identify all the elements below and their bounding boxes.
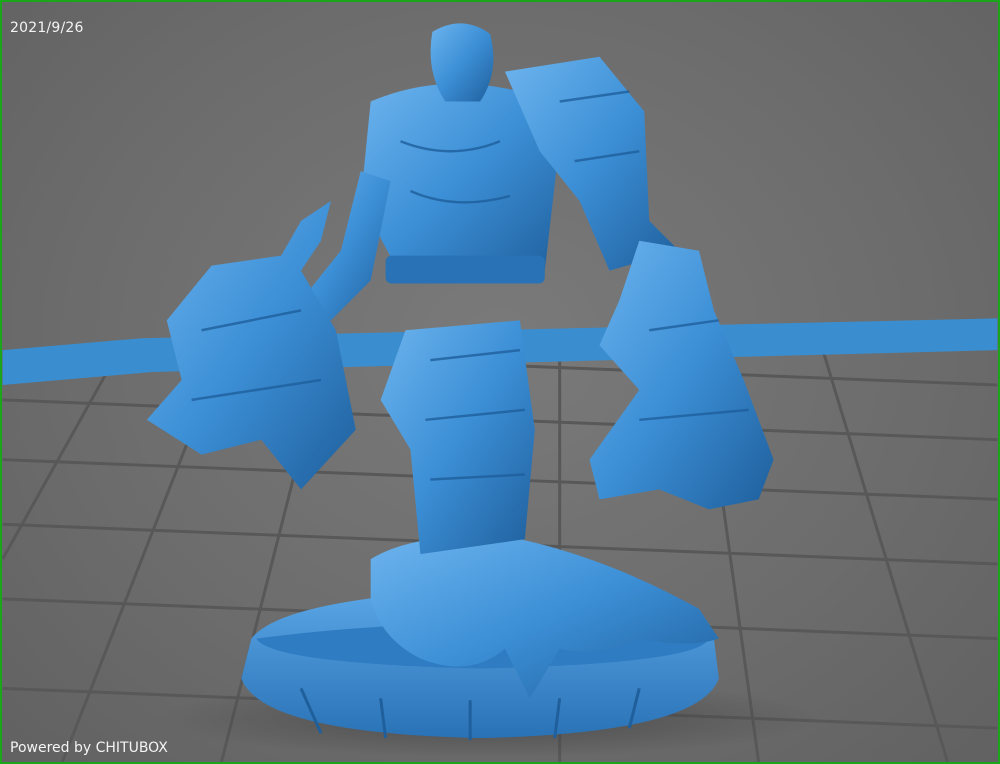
3d-model-figure[interactable]	[146, 23, 774, 741]
model-head	[430, 23, 494, 102]
build-plate-scene[interactable]	[2, 2, 998, 762]
model-legs	[380, 320, 535, 555]
powered-by-label: Powered by CHITUBOX	[10, 740, 168, 756]
date-label: 2021/9/26	[10, 20, 84, 36]
model-gun-left	[146, 200, 356, 490]
chitubox-3d-viewport[interactable]: 2021/9/26 Powered by CHITUBOX	[0, 0, 1000, 764]
